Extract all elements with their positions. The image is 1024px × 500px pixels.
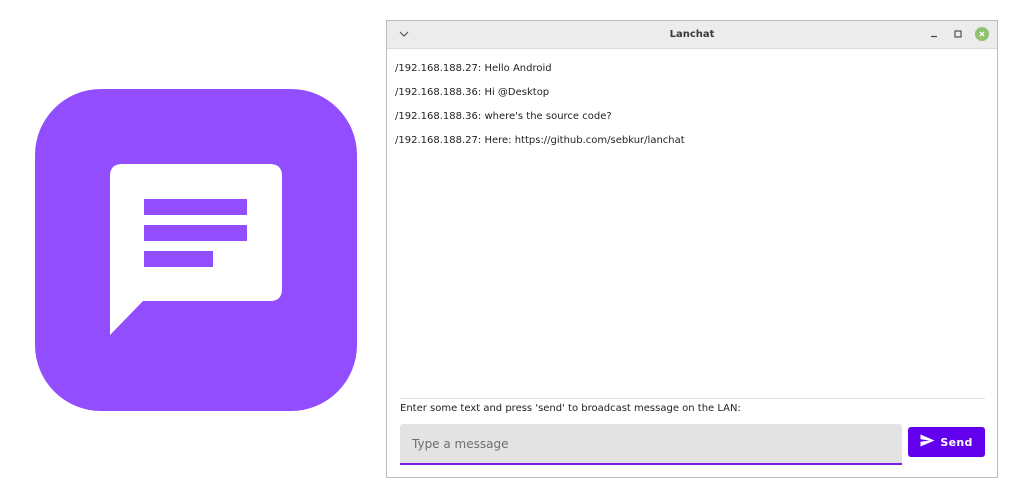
close-icon[interactable] [975,27,989,41]
list-item: /192.168.188.36: Hi @Desktop [395,87,550,98]
chevron-down-icon[interactable] [397,27,411,41]
chat-bubble-icon [35,89,357,411]
composer-divider [400,398,985,399]
window-title: Lanchat [669,29,715,40]
lanchat-window: Lanchat /192.168.188.27: Hello Android /… [386,20,998,478]
message-list: /192.168.188.27: Hello Android /192.168.… [395,57,989,153]
maximize-icon[interactable] [949,25,967,43]
list-item: /192.168.188.27: Hello Android [395,63,552,74]
send-button-label: Send [940,435,973,449]
minimize-icon[interactable] [925,25,943,43]
screenshot-stage: Lanchat /192.168.188.27: Hello Android /… [0,0,1024,500]
window-titlebar[interactable]: Lanchat [387,21,997,49]
message-input[interactable] [400,424,902,463]
composer-hint: Enter some text and press 'send' to broa… [400,403,741,414]
message-input-container [400,424,902,465]
close-button[interactable] [973,25,991,43]
send-button[interactable]: Send [908,427,985,457]
list-item: /192.168.188.27: Here: https://github.co… [395,135,685,146]
list-item: /192.168.188.36: where's the source code… [395,111,612,122]
window-controls [925,25,991,43]
send-arrow-icon [920,434,935,450]
